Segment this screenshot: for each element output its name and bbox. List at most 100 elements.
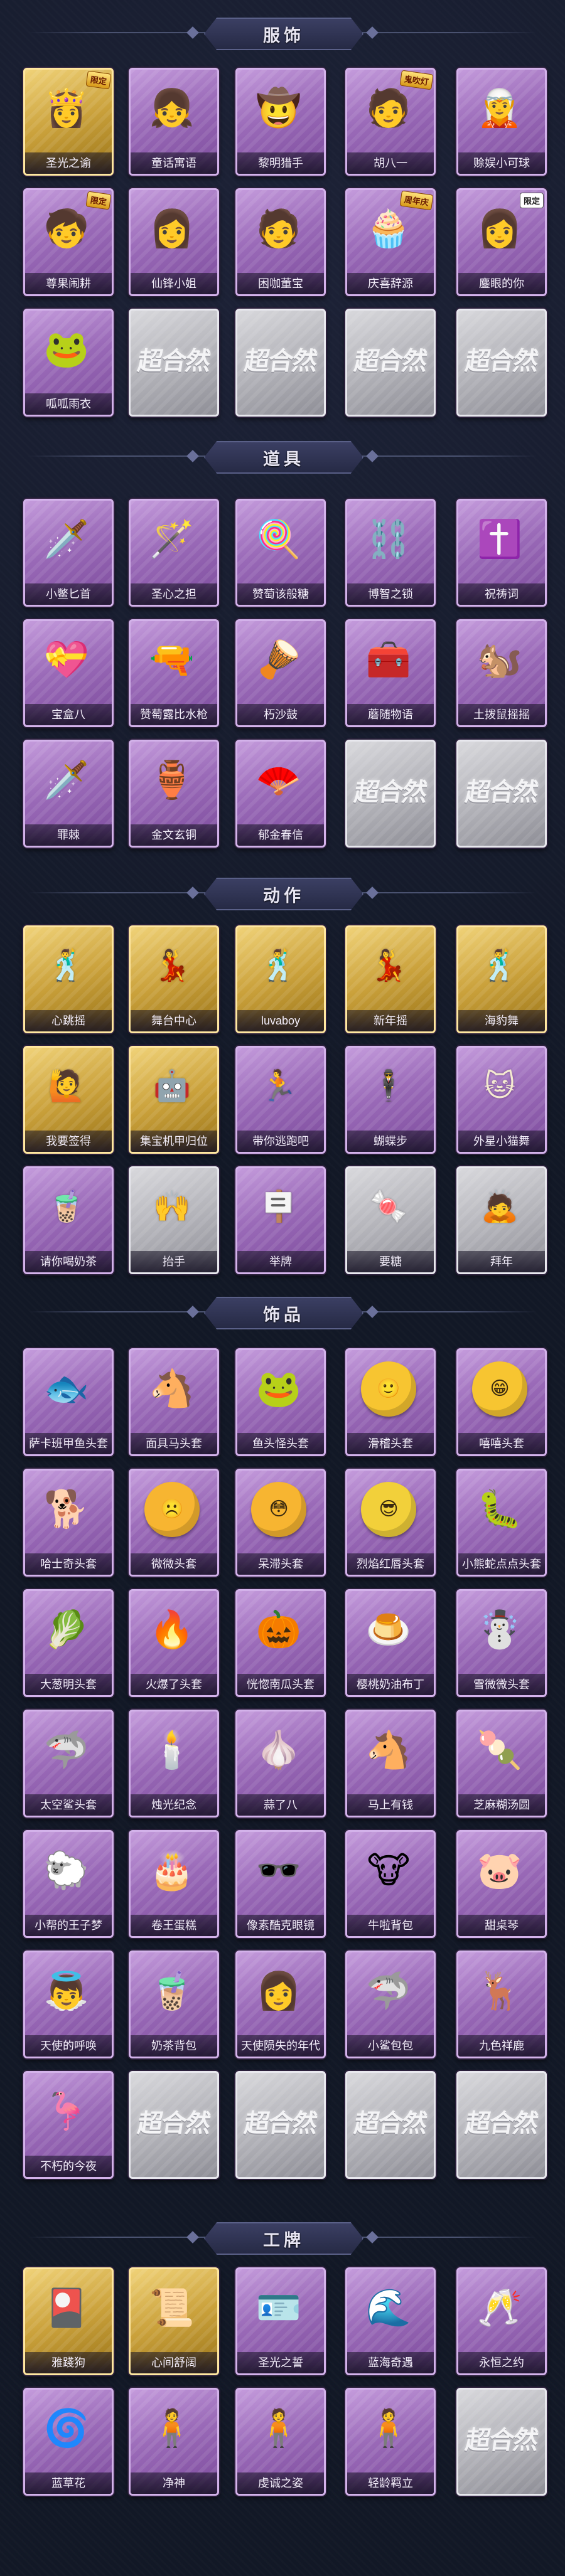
item-card[interactable]: 超合然 [345,309,436,417]
item-card[interactable]: 🤖 集宝机甲归位 [129,1046,219,1154]
item-card[interactable]: 🧒 限定 尊果闹耕 [23,188,114,296]
item-card[interactable]: 🗡️ 小鳖匕首 [23,499,114,607]
item-label: 庆喜辞源 [347,273,434,294]
item-card[interactable]: ☃️ 雪微微头套 [456,1589,547,1697]
item-artwork-icon: 🥂 [476,2287,523,2328]
item-card[interactable]: 🕴️ 蝴蝶步 [345,1046,436,1154]
item-card[interactable]: 🦈 太空鲨头套 [23,1710,114,1818]
item-card[interactable]: 🪭 郁金春信 [235,740,326,848]
item-card[interactable]: 🐸 鱼头怪头套 [235,1348,326,1456]
item-card[interactable]: 🍬 要糖 [345,1166,436,1274]
item-artwork-icon: 🏃 [260,1070,298,1103]
item-label: 九色祥鹿 [458,2035,545,2057]
item-card[interactable]: 🐴 马上有钱 [345,1710,436,1818]
item-card[interactable]: 🐱 外星小猫舞 [456,1046,547,1154]
ornament-icon [186,2231,199,2243]
item-card[interactable]: 🌊 蓝海奇遇 [345,2267,436,2375]
item-card[interactable]: 🐛 小熊蛇点点头套 [456,1469,547,1577]
item-artwork-icon: 🧍 [256,2408,302,2449]
locked-placeholder-logo: 超合然 [136,2110,212,2137]
item-card[interactable]: 🙋 我要签得 [23,1046,114,1154]
item-card[interactable]: 🗡️ 罪棘 [23,740,114,848]
item-card[interactable]: 超合然 [235,309,326,417]
item-card[interactable]: 💃 新年摇 [345,925,436,1033]
item-card[interactable]: 🐿️ 土拨鼠摇摇 [456,619,547,727]
item-card[interactable]: 🧑 困咖董宝 [235,188,326,296]
item-card[interactable]: 🪘 朽沙鼓 [235,619,326,727]
item-card[interactable]: 👩 仙锋小姐 [129,188,219,296]
item-card[interactable]: 🔫 赞萄露比水枪 [129,619,219,727]
item-card[interactable]: 🎴 雅踐狗 [23,2267,114,2375]
item-card[interactable]: 😎 烈焰红唇头套 [345,1469,436,1577]
item-card[interactable]: 👸 限定 圣光之谕 [23,68,114,176]
item-card[interactable]: 🕺 luvaboy [235,925,326,1033]
item-card[interactable]: 🧑 鬼吹灯 胡八一 [345,68,436,176]
item-card[interactable]: 🍭 赞萄该般糖 [235,499,326,607]
item-card[interactable]: 🐟 萨卡班甲鱼头套 [23,1348,114,1456]
item-card[interactable]: 🧝 赊娱小可球 [456,68,547,176]
item-card[interactable]: 😳 呆滞头套 [235,1469,326,1577]
item-card[interactable]: 🪄 圣心之担 [129,499,219,607]
item-card[interactable]: 🍮 樱桃奶油布丁 [345,1589,436,1697]
item-card[interactable]: ✝️ 祝祷词 [456,499,547,607]
item-card[interactable]: 🕺 海豹舞 [456,925,547,1033]
item-card[interactable]: 超合然 [456,309,547,417]
item-card[interactable]: 🙇 拜年 [456,1166,547,1274]
item-card[interactable]: 🦌 九色祥鹿 [456,1951,547,2058]
item-card[interactable]: 超合然 [345,740,436,848]
item-card[interactable]: 🧋 奶茶背包 [129,1951,219,2058]
item-card[interactable]: 💃 舞台中心 [129,925,219,1033]
item-card[interactable]: 🥬 大葱明头套 [23,1589,114,1697]
item-card[interactable]: 🐷 甜桌琴 [456,1830,547,1938]
item-card[interactable]: 超合然 [456,2071,547,2179]
item-card[interactable]: 📜 心间舒阔 [129,2267,219,2375]
item-card[interactable]: ☹️ 微微头套 [129,1469,219,1577]
item-card[interactable]: 🧁 周年庆 庆喜辞源 [345,188,436,296]
item-card[interactable]: 🐕 哈士奇头套 [23,1469,114,1577]
item-card[interactable]: 🦈 小鲨包包 [345,1951,436,2058]
item-card[interactable]: 超合然 [456,2388,547,2496]
item-card[interactable]: ⛓️ 博智之锁 [345,499,436,607]
item-card[interactable]: 超合然 [345,2071,436,2179]
item-card[interactable]: 🕶️ 像素酷克眼镜 [235,1830,326,1938]
item-card[interactable]: 👧 童话寓语 [129,68,219,176]
item-card[interactable]: 😁 嘻嘻头套 [456,1348,547,1456]
item-label: 雪微微头套 [458,1674,545,1695]
item-card[interactable]: 🥂 永恒之约 [456,2267,547,2375]
item-card[interactable]: 超合然 [129,2071,219,2179]
item-card[interactable]: 🏺 金文玄铜 [129,740,219,848]
item-card[interactable]: 🔥 火爆了头套 [129,1589,219,1697]
item-label: 蓝海奇遇 [347,2352,434,2373]
item-card[interactable]: 🧋 请你喝奶茶 [23,1166,114,1274]
item-card[interactable]: 🧍 轻龄羁立 [345,2388,436,2496]
item-card[interactable]: 👼 天使的呼唤 [23,1951,114,2058]
item-card[interactable]: 🕺 心跳摇 [23,925,114,1033]
item-card[interactable]: 🌀 蓝草花 [23,2388,114,2496]
item-card[interactable]: 超合然 [129,309,219,417]
item-card[interactable]: 🐑 小帮的王子梦 [23,1830,114,1938]
item-card[interactable]: 💝 宝盒八 [23,619,114,727]
item-card[interactable]: 🪧 举牌 [235,1166,326,1274]
item-card[interactable]: 🕯️ 烛光纪念 [129,1710,219,1818]
item-card[interactable]: 👩 限定 鏖眼的你 [456,188,547,296]
section-title-plaque: 动作 [204,878,363,910]
item-card[interactable]: 超合然 [456,740,547,848]
item-card[interactable]: 🙌 抬手 [129,1166,219,1274]
item-card[interactable]: 🧍 虔诚之姿 [235,2388,326,2496]
item-card[interactable]: 超合然 [235,2071,326,2179]
item-card[interactable]: 🎃 恍惚南瓜头套 [235,1589,326,1697]
item-card[interactable]: 🏃 带你逃跑吧 [235,1046,326,1154]
item-card[interactable]: 🙂 滑稽头套 [345,1348,436,1456]
item-card[interactable]: 🪪 圣光之誓 [235,2267,326,2375]
item-card[interactable]: 🤠 黎明猎手 [235,68,326,176]
item-card[interactable]: 🧰 蘑随物语 [345,619,436,727]
item-card[interactable]: 🦩 不朽的今夜 [23,2071,114,2179]
item-card[interactable]: 🧍 净神 [129,2388,219,2496]
item-card[interactable]: 🧄 蒜了八 [235,1710,326,1818]
item-card[interactable]: 🐸 呱呱雨衣 [23,309,114,417]
item-card[interactable]: 👩 天使陨失的年代 [235,1951,326,2058]
item-card[interactable]: 🍡 芝麻糊汤圆 [456,1710,547,1818]
item-card[interactable]: 🐴 面具马头套 [129,1348,219,1456]
item-card[interactable]: 🐮 牛啦背包 [345,1830,436,1938]
item-card[interactable]: 🎂 卷王蛋糕 [129,1830,219,1938]
